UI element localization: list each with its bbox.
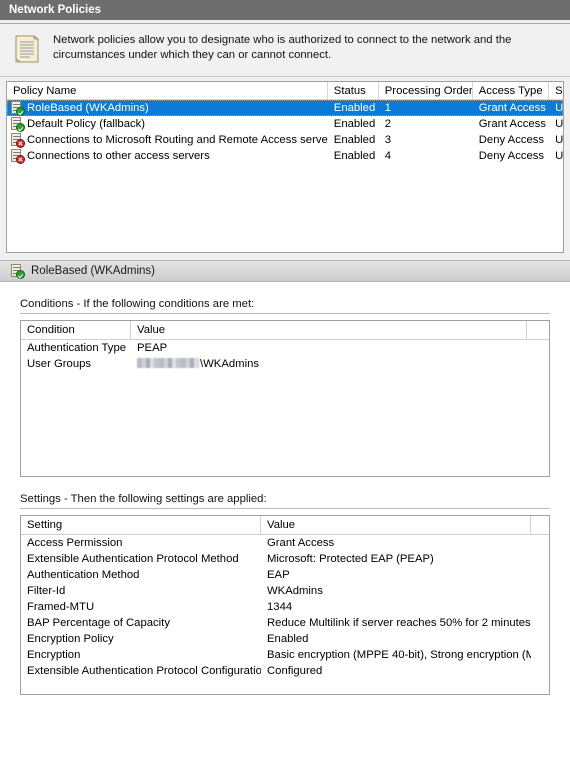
setting-name: Access Permission — [27, 537, 123, 549]
policy-processing-order: 1 — [384, 102, 392, 114]
info-panel: Network policies allow you to designate … — [0, 24, 570, 77]
setting-name: Extensible Authentication Protocol Confi… — [27, 665, 261, 677]
column-header-setting-spacer[interactable] — [531, 516, 548, 535]
column-header-condition-spacer[interactable] — [527, 321, 547, 340]
info-description: Network policies allow you to designate … — [53, 34, 512, 61]
conditions-table[interactable]: Condition Value Authentication Type PEAP… — [20, 320, 550, 477]
table-row[interactable]: Framed-MTU 1344 — [21, 599, 549, 615]
settings-table[interactable]: Setting Value Access Permission Grant Ac… — [20, 515, 550, 695]
policy-status: Enabled — [333, 150, 376, 162]
policy-name: Connections to other access servers — [27, 150, 210, 162]
scroll-document-icon — [12, 33, 42, 66]
condition-value: \WKAdmins — [131, 356, 527, 372]
table-row[interactable]: User Groups \WKAdmins — [21, 356, 549, 372]
column-header-setting-value[interactable]: Value — [261, 516, 531, 535]
setting-name: Encryption Policy — [27, 633, 114, 645]
policy-list[interactable]: Policy Name Status Processing Order Acce… — [6, 81, 564, 253]
table-row[interactable]: Authentication Method EAP — [21, 567, 549, 583]
policy-name: Default Policy (fallback) — [27, 118, 146, 130]
policy-access-type: Deny Access — [478, 134, 545, 146]
setting-name: Extensible Authentication Protocol Metho… — [27, 553, 239, 565]
table-row[interactable]: Extensible Authentication Protocol Confi… — [21, 663, 549, 679]
conditions-section-rule — [20, 313, 550, 314]
column-header-condition[interactable]: Condition — [21, 321, 131, 340]
table-row[interactable]: Default Policy (fallback) Enabled 2 Gran… — [7, 116, 563, 132]
policy-status: Enabled — [333, 134, 376, 146]
column-header-status[interactable]: Status — [328, 82, 379, 100]
policy-name: RoleBased (WKAdmins) — [27, 102, 149, 114]
table-row[interactable]: Authentication Type PEAP — [21, 340, 549, 356]
policy-processing-order: 2 — [384, 118, 392, 130]
column-header-source[interactable]: S — [549, 82, 563, 100]
setting-name: Framed-MTU — [27, 601, 95, 613]
setting-value: 1344 — [267, 601, 293, 613]
policy-source: U — [555, 150, 563, 162]
policy-processing-order: 4 — [384, 150, 392, 162]
policy-source: U — [555, 134, 563, 146]
table-row[interactable]: Access Permission Grant Access — [21, 535, 549, 551]
policy-name: Connections to Microsoft Routing and Rem… — [27, 134, 328, 146]
setting-name: Encryption — [27, 649, 81, 661]
table-row[interactable]: BAP Percentage of Capacity Reduce Multil… — [21, 615, 549, 631]
table-row[interactable]: Filter-Id WKAdmins — [21, 583, 549, 599]
table-row[interactable]: Connections to Microsoft Routing and Rem… — [7, 132, 563, 148]
policy-enabled-icon — [9, 100, 25, 116]
conditions-table-header: Condition Value — [21, 321, 549, 340]
policy-denied-icon — [9, 148, 25, 164]
detail-pane-header: RoleBased (WKAdmins) — [0, 260, 570, 282]
policy-enabled-icon — [9, 116, 25, 132]
policy-access-type: Grant Access — [478, 118, 546, 130]
column-header-condition-value[interactable]: Value — [131, 321, 527, 340]
setting-value: EAP — [267, 569, 290, 581]
column-header-policy-name[interactable]: Policy Name — [7, 82, 328, 100]
condition-value-text: \WKAdmins — [200, 358, 260, 370]
setting-value: Basic encryption (MPPE 40-bit), Strong e… — [267, 649, 531, 661]
window-title-bar: Network Policies — [0, 0, 570, 20]
setting-value: Enabled — [267, 633, 309, 645]
setting-name: Authentication Method — [27, 569, 140, 581]
table-row[interactable]: Encryption Basic encryption (MPPE 40-bit… — [21, 647, 549, 663]
condition-value: PEAP — [137, 342, 168, 354]
detail-pane: Conditions - If the following conditions… — [0, 282, 570, 768]
page-title: Network Policies — [9, 4, 102, 16]
setting-value: Microsoft: Protected EAP (PEAP) — [267, 553, 434, 565]
policy-access-type: Grant Access — [478, 102, 546, 114]
policy-source: U — [555, 118, 563, 130]
table-row[interactable]: RoleBased (WKAdmins) Enabled 1 Grant Acc… — [7, 100, 563, 116]
pane-splitter[interactable] — [0, 253, 570, 260]
policy-status: Enabled — [333, 102, 376, 114]
table-row[interactable]: Extensible Authentication Protocol Metho… — [21, 551, 549, 567]
setting-value: Grant Access — [267, 537, 335, 549]
settings-section-rule — [20, 508, 550, 509]
setting-value: WKAdmins — [267, 585, 323, 597]
condition-name: User Groups — [27, 358, 92, 370]
policy-source: U — [555, 102, 563, 114]
table-row[interactable]: Encryption Policy Enabled — [21, 631, 549, 647]
table-row[interactable]: Connections to other access servers Enab… — [7, 148, 563, 164]
policy-access-type: Deny Access — [478, 150, 545, 162]
policy-status: Enabled — [333, 118, 376, 130]
setting-name: Filter-Id — [27, 585, 66, 597]
settings-table-header: Setting Value — [21, 516, 549, 535]
column-header-processing-order[interactable]: Processing Order — [379, 82, 473, 100]
policy-enabled-icon — [9, 263, 25, 279]
policy-list-header: Policy Name Status Processing Order Acce… — [7, 82, 563, 100]
condition-name: Authentication Type — [27, 342, 127, 354]
settings-section-label: Settings - Then the following settings a… — [20, 493, 267, 505]
setting-value: Reduce Multilink if server reaches 50% f… — [267, 617, 531, 629]
column-header-access-type[interactable]: Access Type — [473, 82, 550, 100]
policy-processing-order: 3 — [384, 134, 392, 146]
policy-denied-icon — [9, 132, 25, 148]
detail-title: RoleBased (WKAdmins) — [31, 265, 155, 277]
column-header-setting[interactable]: Setting — [21, 516, 261, 535]
redacted-domain — [137, 358, 199, 368]
setting-name: BAP Percentage of Capacity — [27, 617, 170, 629]
conditions-section-label: Conditions - If the following conditions… — [20, 298, 255, 310]
setting-value: Configured — [267, 665, 323, 677]
